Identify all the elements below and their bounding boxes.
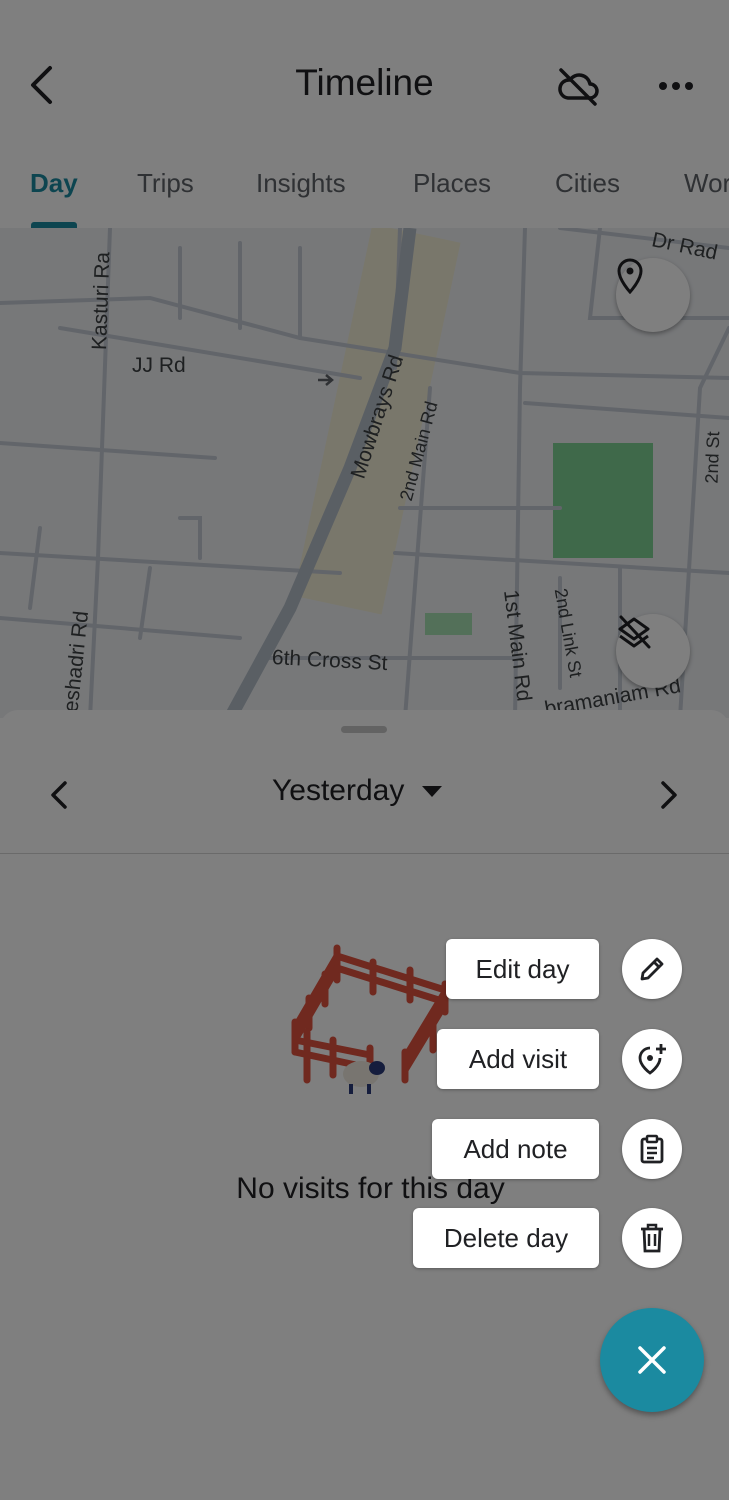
close-speed-dial-button[interactable] [600, 1308, 704, 1412]
close-icon [638, 1346, 666, 1374]
add-visit-button[interactable] [622, 1029, 682, 1089]
add-visit-label[interactable]: Add visit [437, 1029, 599, 1089]
add-location-icon [638, 1044, 666, 1075]
pencil-icon [640, 957, 664, 981]
clipboard-icon [640, 1134, 664, 1164]
dim-overlay[interactable] [0, 0, 729, 1500]
delete-day-label[interactable]: Delete day [413, 1208, 599, 1268]
add-note-button[interactable] [622, 1119, 682, 1179]
edit-day-button[interactable] [622, 939, 682, 999]
edit-day-label[interactable]: Edit day [446, 939, 599, 999]
delete-day-button[interactable] [622, 1208, 682, 1268]
trash-icon [641, 1223, 663, 1253]
add-note-label[interactable]: Add note [432, 1119, 599, 1179]
